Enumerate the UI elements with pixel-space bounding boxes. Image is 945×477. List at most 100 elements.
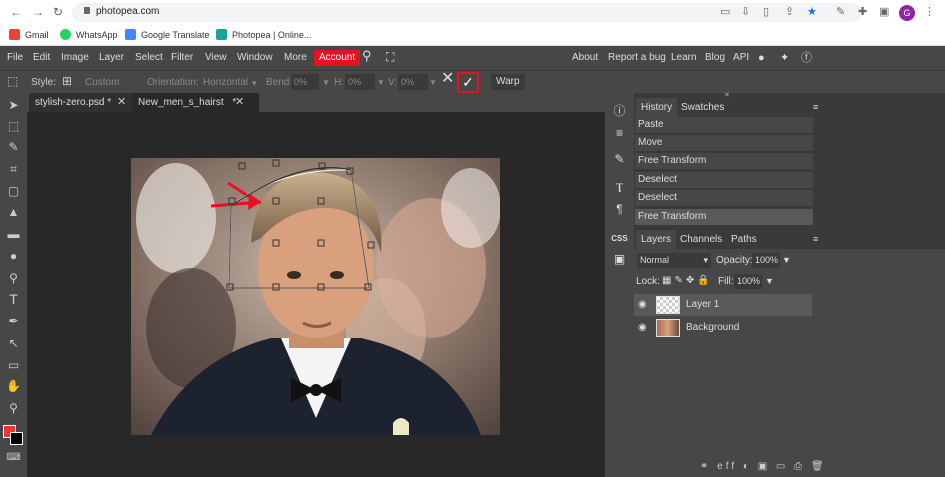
frame-tool-icon[interactable]: ▢ <box>5 183 22 200</box>
reload-icon[interactable]: ↻ <box>53 5 63 19</box>
dropdown-arrow-icon[interactable]: ▼ <box>377 77 385 89</box>
warp-button[interactable]: Warp <box>491 74 525 90</box>
v-field[interactable]: 0% <box>398 74 428 90</box>
css-icon[interactable]: CSS <box>609 230 630 247</box>
menu-filter[interactable]: Filter <box>171 52 193 64</box>
dropdown-arrow-icon[interactable]: ▼ <box>322 77 330 89</box>
pen-icon[interactable]: ✎ <box>836 6 845 18</box>
extensions-icon[interactable]: ✚ <box>858 6 867 18</box>
account-button[interactable]: Account <box>314 50 361 66</box>
layer-name[interactable]: Layer 1 <box>686 299 719 310</box>
blend-mode-select[interactable]: Normal ▾ <box>637 253 711 268</box>
tab-channels[interactable]: Channels <box>675 230 727 249</box>
document-icon[interactable]: ▯ <box>763 6 769 18</box>
shape-tool-icon[interactable]: ▭ <box>5 357 22 374</box>
menu-file[interactable]: File <box>7 52 23 64</box>
dropdown-arrow-icon[interactable]: ▼ <box>429 77 437 89</box>
properties-icon[interactable]: ≡ <box>611 125 628 142</box>
lock-icons[interactable]: ▦✎✥🔒 <box>662 275 713 286</box>
h-field[interactable]: 0% <box>345 74 375 90</box>
visibility-eye-icon[interactable]: ◉ <box>638 322 647 334</box>
menu-view[interactable]: View <box>205 52 227 64</box>
keyboard-icon[interactable]: ⌨ <box>5 449 22 466</box>
save-page-icon[interactable]: ⇩ <box>741 6 750 18</box>
layer-row-layer-1[interactable]: ◉ Layer 1 <box>634 294 812 316</box>
reddit-icon[interactable]: ● <box>758 52 765 64</box>
stamp-tool-icon[interactable]: ▲ <box>5 204 22 221</box>
profile-avatar[interactable]: G <box>899 5 915 21</box>
zoom-tool-icon[interactable]: ⚲ <box>5 400 22 417</box>
panel-menu-icon[interactable]: ≡ <box>808 230 823 249</box>
fullscreen-icon[interactable]: ⛶ <box>386 51 394 63</box>
share-icon[interactable]: ⇪ <box>785 6 794 18</box>
bookmark-whatsapp[interactable]: WhatsApp <box>60 29 118 40</box>
menu-image[interactable]: Image <box>61 52 89 64</box>
hand-tool-icon[interactable]: ✋ <box>5 378 22 395</box>
blur-tool-icon[interactable]: ● <box>5 248 22 265</box>
layer-row-background[interactable]: ◉ Background <box>634 317 812 339</box>
menu-report-bug[interactable]: Report a bug <box>608 52 666 64</box>
fill-field[interactable]: 100% <box>734 274 762 289</box>
layers-footer-icons[interactable]: ⚭ eff ◐ ▣ ▭ ⎙ 🗑 <box>700 461 827 472</box>
tab-history[interactable]: History <box>636 98 678 117</box>
pen-tool-icon[interactable]: ✒ <box>5 313 22 330</box>
commit-transform-button[interactable]: ✓ <box>457 72 479 93</box>
tab-paths[interactable]: Paths <box>726 230 762 249</box>
brush-icon[interactable]: ✎ <box>611 151 628 168</box>
cast-icon[interactable]: ▭ <box>720 6 730 18</box>
bookmark-photopea[interactable]: Photopea | Online... <box>216 29 311 40</box>
path-select-tool-icon[interactable]: ↖ <box>5 335 22 352</box>
tab-layers[interactable]: Layers <box>636 230 677 249</box>
style-select[interactable]: Custom <box>85 77 119 89</box>
bend-field[interactable]: 0% <box>291 74 319 90</box>
menu-blog[interactable]: Blog <box>705 52 725 64</box>
paragraph-icon[interactable]: ¶ <box>611 201 628 218</box>
close-icon[interactable]: ✕ <box>117 96 126 109</box>
bookmark-google-translate[interactable]: Google Translate <box>125 29 210 40</box>
cancel-transform-icon[interactable]: ✕ <box>441 71 454 87</box>
menu-api[interactable]: API <box>733 52 749 64</box>
tab-swatches[interactable]: Swatches <box>676 98 729 117</box>
bookmark-gmail[interactable]: Gmail <box>9 29 49 40</box>
crop-tool-icon[interactable]: ⌗ <box>5 161 22 178</box>
type-tool-icon[interactable]: T <box>5 291 22 308</box>
history-item-current[interactable]: Free Transform <box>635 209 813 226</box>
magic-wand-tool-icon[interactable]: ✎ <box>5 139 22 156</box>
history-item[interactable]: Free Transform <box>635 153 813 170</box>
menu-window[interactable]: Window <box>237 52 273 64</box>
image-icon[interactable]: ▣ <box>611 251 628 268</box>
info-icon[interactable]: ⓘ <box>611 103 628 120</box>
menu-layer[interactable]: Layer <box>99 52 124 64</box>
sidebar-icon[interactable]: ▣ <box>879 6 889 18</box>
opacity-field[interactable]: 100% <box>752 253 780 268</box>
move-tool-icon[interactable]: ➤ <box>5 97 22 114</box>
menu-learn[interactable]: Learn <box>671 52 697 64</box>
dodge-tool-icon[interactable]: ⚲ <box>5 270 22 287</box>
url-text[interactable]: photopea.com <box>96 6 159 17</box>
marquee-tool-icon[interactable]: ⬚ <box>5 118 22 135</box>
opacity-arrow-icon[interactable]: ▼ <box>782 255 791 265</box>
bookmark-star-icon[interactable]: ★ <box>807 6 817 18</box>
history-item[interactable]: Deselect <box>635 190 813 207</box>
forward-arrow-icon[interactable]: → <box>32 5 44 19</box>
menu-edit[interactable]: Edit <box>33 52 50 64</box>
twitter-icon[interactable]: ✦ <box>780 52 789 64</box>
background-color-swatch[interactable] <box>10 432 23 445</box>
history-item[interactable]: Move <box>635 135 813 152</box>
document-image[interactable] <box>131 158 500 435</box>
layer-name[interactable]: Background <box>686 322 739 333</box>
orientation-select[interactable]: Horizontal <box>203 77 248 89</box>
history-item[interactable]: Deselect <box>635 172 813 189</box>
back-arrow-icon[interactable]: ← <box>10 5 22 19</box>
facebook-icon[interactable]: ⓕ <box>801 52 812 64</box>
fill-arrow-icon[interactable]: ▼ <box>765 276 774 286</box>
menu-dots-icon[interactable]: ⋮ <box>924 6 935 18</box>
menu-select[interactable]: Select <box>135 52 163 64</box>
panel-menu-icon[interactable]: ≡ <box>808 98 823 117</box>
visibility-eye-icon[interactable]: ◉ <box>638 299 647 311</box>
history-item[interactable]: Paste <box>635 117 813 134</box>
close-icon[interactable]: ✕ <box>235 96 244 109</box>
menu-more[interactable]: More <box>284 52 307 64</box>
character-icon[interactable]: Ⲧ <box>611 179 628 196</box>
gradient-tool-icon[interactable]: ▬ <box>5 226 22 243</box>
